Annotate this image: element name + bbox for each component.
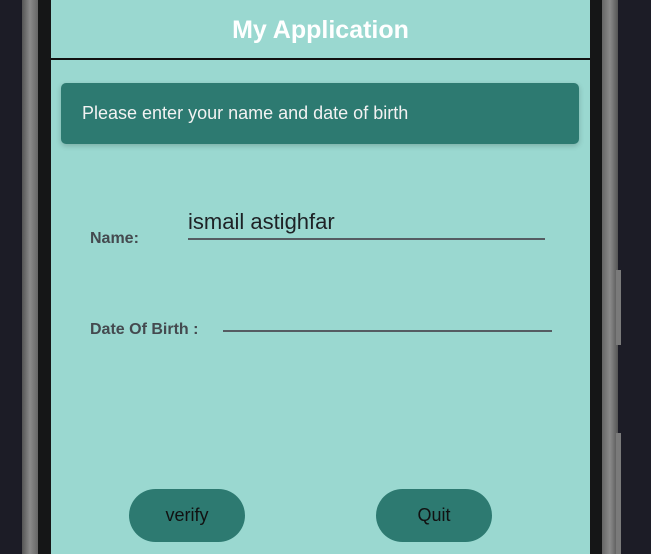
dob-label: Date Of Birth :: [90, 321, 199, 338]
instruction-text: Please enter your name and date of birth: [82, 103, 409, 123]
name-label: Name:: [90, 230, 139, 247]
app-screen: My Application Please enter your name an…: [51, 0, 590, 554]
name-input[interactable]: [188, 206, 545, 240]
device-volume-button: [616, 270, 621, 345]
app-title: My Application: [232, 16, 409, 44]
instruction-banner: Please enter your name and date of birth: [61, 83, 579, 144]
device-power-button: [616, 433, 621, 554]
dob-input[interactable]: [223, 300, 552, 332]
quit-button[interactable]: Quit: [376, 489, 492, 542]
device-frame-left: [22, 0, 38, 554]
app-bar: My Application: [51, 0, 590, 60]
verify-button[interactable]: verify: [129, 489, 245, 542]
